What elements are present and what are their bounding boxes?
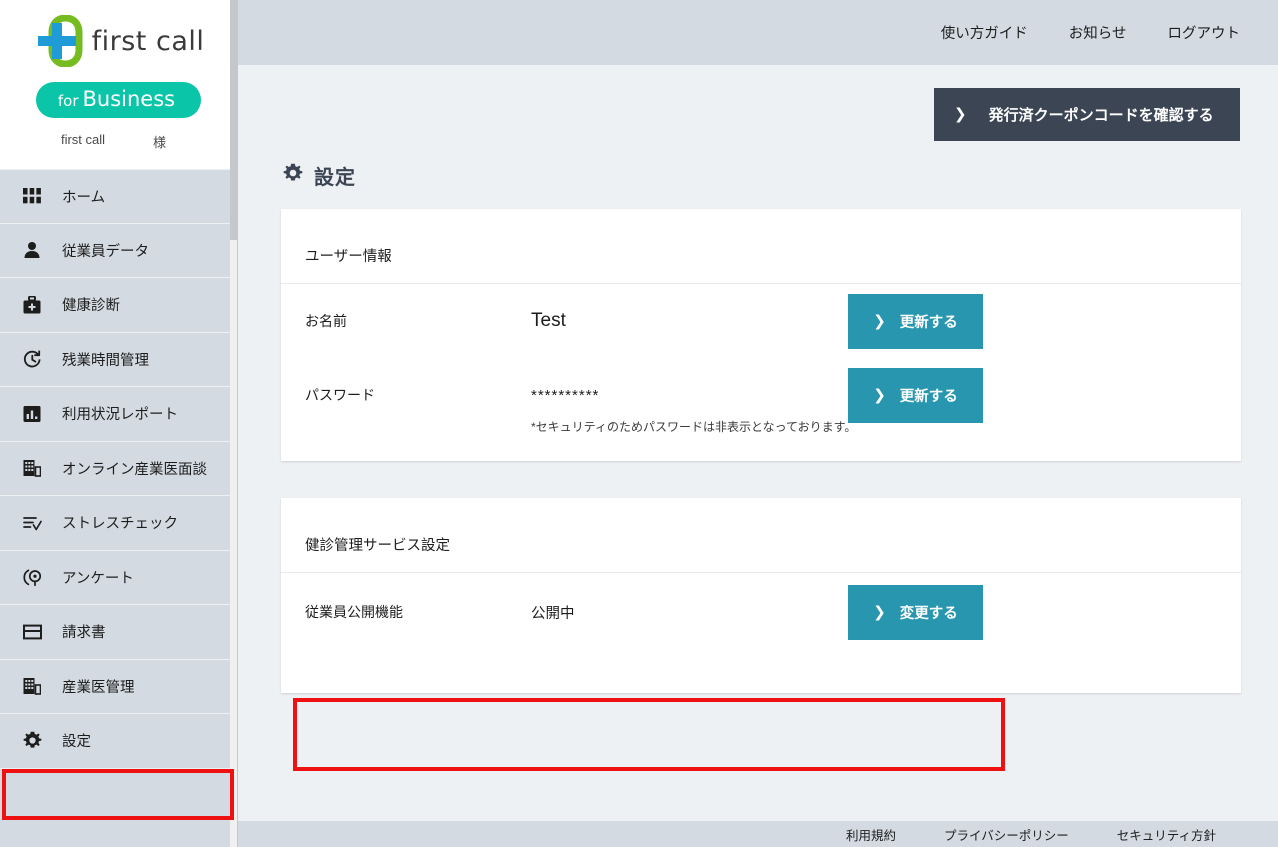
sidebar-item-stress-check[interactable]: ストレスチェック — [0, 496, 237, 551]
change-disclosure-button[interactable]: ❯ 変更する — [848, 585, 983, 640]
coupon-button-wrap: ❯ 発行済クーポンコードを確認する — [281, 65, 1240, 141]
checklist-icon — [22, 513, 42, 533]
chevron-right-icon: ❯ — [873, 314, 886, 329]
settings-highlight-box — [2, 769, 234, 820]
change-disclosure-button-label: 変更する — [900, 602, 958, 623]
row-value-password: ********** — [531, 387, 848, 404]
logo-wordmark: first call — [92, 26, 205, 57]
update-name-button-label: 更新する — [900, 311, 958, 332]
sidebar-nav: ホーム 従業員データ — [0, 169, 237, 769]
service-settings-heading: 健診管理サービス設定 — [281, 498, 1241, 573]
sidebar-item-settings[interactable]: 設定 — [0, 714, 237, 769]
sidebar-item-label: オンライン産業医面談 — [62, 458, 207, 479]
card-icon — [22, 622, 42, 642]
nav-link-usage-guide[interactable]: 使い方ガイド — [941, 22, 1028, 43]
footer: 利用規約 プライバシーポリシー セキュリティ方針 — [238, 821, 1278, 847]
gear-icon — [22, 731, 42, 751]
medical-bag-icon — [22, 295, 42, 315]
sidebar-item-label: ストレスチェック — [62, 512, 178, 533]
row-value-disclosure-status: 公開中 — [531, 602, 848, 623]
badge-business-label: Business — [83, 87, 176, 111]
row-name: お名前 Test ❯ 更新する — [281, 284, 1241, 358]
clock-refresh-icon — [22, 349, 42, 369]
coupon-button-label: 発行済クーポンコードを確認する — [989, 104, 1214, 125]
bar-chart-icon — [22, 404, 42, 424]
sidebar-item-label: 健康診断 — [62, 294, 120, 315]
sidebar-item-label: 請求書 — [62, 621, 106, 642]
account-honorific: 様 — [153, 132, 166, 151]
sidebar-item-usage-report[interactable]: 利用状況レポート — [0, 387, 237, 442]
main-area: 使い方ガイド お知らせ ログアウト ❯ 発行済クーポンコードを確認する 設定 — [238, 0, 1278, 847]
sidebar-item-survey[interactable]: アンケート — [0, 551, 237, 606]
row-password: パスワード ********** ❯ 更新する — [281, 358, 1241, 432]
sidebar-item-label: 利用状況レポート — [62, 403, 178, 424]
row-label: お名前 — [305, 311, 531, 331]
chevron-right-icon: ❯ — [873, 605, 886, 620]
brand-header: first call forBusiness first call 様 — [0, 0, 237, 169]
sidebar-scrollbar-thumb[interactable] — [230, 0, 237, 240]
chevron-right-icon: ❯ — [873, 388, 886, 403]
update-name-button[interactable]: ❯ 更新する — [848, 294, 983, 349]
row-label: パスワード — [305, 385, 531, 405]
update-password-button[interactable]: ❯ 更新する — [848, 368, 983, 423]
card-bottom-spacer — [281, 651, 1241, 693]
nav-link-logout[interactable]: ログアウト — [1168, 22, 1241, 43]
check-issued-coupon-button[interactable]: ❯ 発行済クーポンコードを確認する — [934, 88, 1240, 141]
badge-for-label: for — [58, 92, 79, 110]
sidebar-item-label: 産業医管理 — [62, 676, 135, 697]
nav-link-notifications[interactable]: お知らせ — [1069, 22, 1127, 43]
sidebar-item-employee-data[interactable]: 従業員データ — [0, 224, 237, 279]
grid-icon — [22, 186, 42, 206]
app-root: first call forBusiness first call 様 ホーム — [0, 0, 1278, 847]
sidebar-item-label: 残業時間管理 — [62, 349, 149, 370]
row-employee-disclosure: 従業員公開機能 公開中 ❯ 変更する — [281, 573, 1241, 651]
update-password-button-label: 更新する — [900, 385, 958, 406]
footer-link-security[interactable]: セキュリティ方針 — [1117, 825, 1216, 844]
sidebar-item-label: 従業員データ — [62, 240, 149, 261]
sidebar-item-home[interactable]: ホーム — [0, 169, 237, 224]
account-row: first call 様 — [0, 132, 237, 151]
sidebar-item-doctor-management[interactable]: 産業医管理 — [0, 660, 237, 715]
logo[interactable]: first call — [0, 10, 237, 72]
sidebar: first call forBusiness first call 様 ホーム — [0, 0, 238, 847]
employee-disclosure-highlight-box — [293, 698, 1005, 771]
sidebar-item-label: ホーム — [62, 186, 105, 207]
person-icon — [22, 240, 42, 260]
sidebar-item-health-checkup[interactable]: 健康診断 — [0, 278, 237, 333]
top-navigation: 使い方ガイド お知らせ ログアウト — [238, 0, 1278, 65]
footer-link-terms[interactable]: 利用規約 — [846, 825, 896, 844]
account-name: first call — [61, 132, 105, 151]
row-label: 従業員公開機能 — [305, 602, 531, 622]
sidebar-item-overtime[interactable]: 残業時間管理 — [0, 333, 237, 388]
sidebar-item-online-interview[interactable]: オンライン産業医面談 — [0, 442, 237, 497]
sidebar-item-label: 設定 — [62, 730, 91, 751]
page-title: 設定 — [283, 161, 1240, 190]
sidebar-item-label: アンケート — [62, 567, 134, 588]
sidebar-scrollbar[interactable] — [230, 0, 237, 847]
first-call-logo-icon — [37, 15, 83, 67]
building-icon — [22, 676, 42, 696]
for-business-badge: forBusiness — [36, 82, 201, 118]
health-service-settings-card: 健診管理サービス設定 従業員公開機能 公開中 ❯ 変更する — [281, 498, 1241, 693]
megaphone-icon — [22, 567, 42, 587]
chevron-right-icon: ❯ — [954, 107, 967, 122]
row-value-name: Test — [531, 310, 848, 332]
page-title-label: 設定 — [314, 161, 356, 190]
gear-icon — [283, 163, 303, 188]
footer-link-privacy[interactable]: プライバシーポリシー — [944, 825, 1069, 844]
building-icon — [22, 458, 42, 478]
content-area: ❯ 発行済クーポンコードを確認する 設定 ユーザー情報 お名前 — [238, 65, 1278, 821]
user-info-heading: ユーザー情報 — [281, 209, 1241, 284]
sidebar-item-invoice[interactable]: 請求書 — [0, 605, 237, 660]
user-info-card: ユーザー情報 お名前 Test ❯ 更新する パスワード ********** … — [281, 209, 1241, 461]
